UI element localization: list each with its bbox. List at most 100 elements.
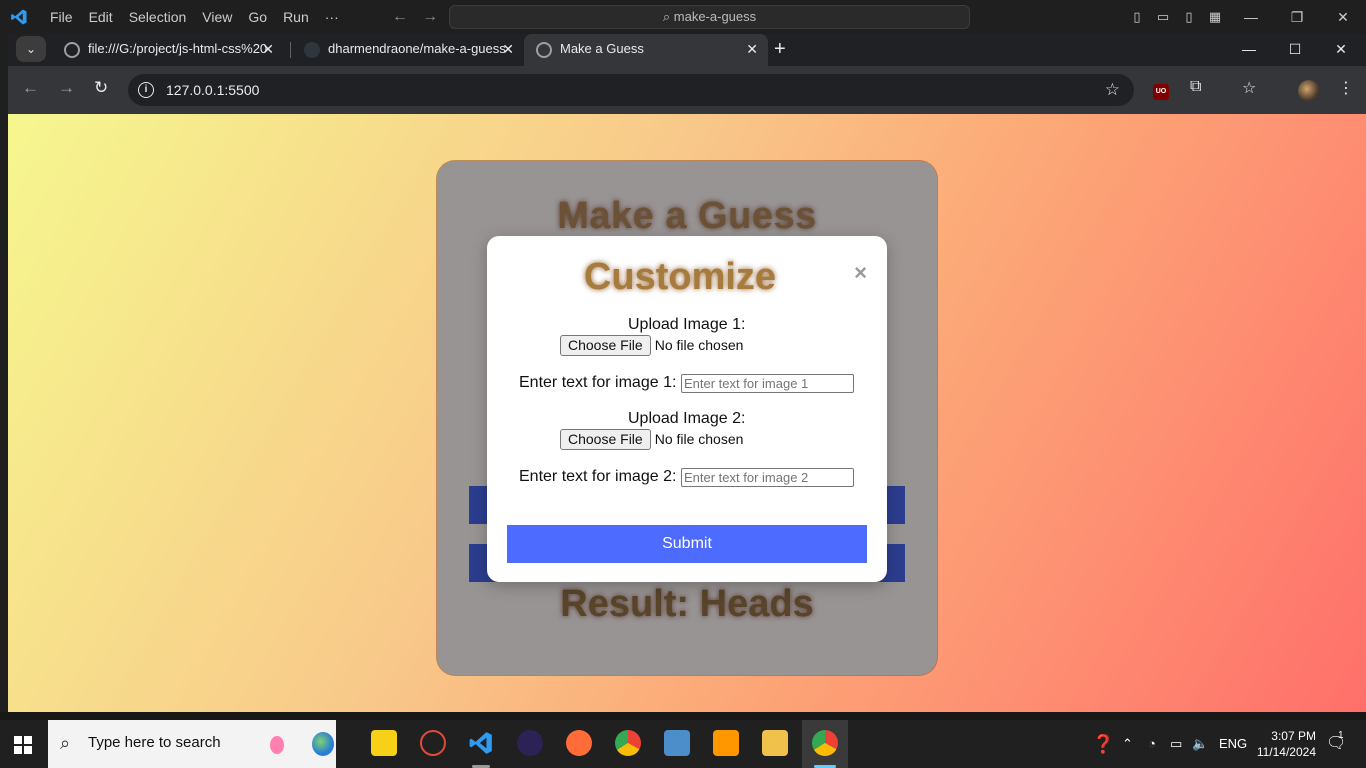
snipping-tool-icon[interactable] [420,730,446,756]
search-icon: ⌕ [60,733,71,753]
battery-icon[interactable]: ▭ [1170,720,1182,768]
chevron-up-icon[interactable]: ⌃ [1122,720,1133,768]
toggle-secondary-sidebar-icon[interactable]: ▯ [1176,9,1202,25]
tab-divider [290,42,291,58]
vscode-nav: ← → [392,8,452,26]
forward-arrow-icon[interactable]: → [422,8,438,25]
ublock-icon[interactable]: UO [1153,84,1169,100]
avatar[interactable] [1298,80,1320,102]
reload-icon[interactable]: ↻ [94,78,108,98]
sticky-notes-icon[interactable] [371,730,397,756]
text-image-2-input[interactable] [681,468,854,487]
tab-title: file:///G:/project/js-html-css%20 [88,41,268,56]
tab-github[interactable]: dharmendraone/make-a-guess ✕ [292,34,524,66]
text-image-1-label: Enter text for image 1: [519,374,677,391]
windows-start-icon[interactable] [14,736,32,754]
toggle-panel-icon[interactable]: ▭ [1150,9,1176,25]
tab-close-icon[interactable]: ✕ [502,34,514,64]
taskbar: ⌕ Type here to search ❓ ⌃ ◔ ▭ 🔈 ENG 3:07… [0,720,1366,768]
back-arrow-icon[interactable]: ← [392,8,408,25]
chrome-menu-icon[interactable]: ⋮ [1338,78,1354,98]
minimize-icon[interactable]: — [1228,9,1274,25]
menu-view[interactable]: View [194,0,240,34]
balloon-icon [270,736,284,754]
address-bar[interactable]: i 127.0.0.1:5500 ☆ [128,74,1134,106]
globe-icon [64,41,80,58]
close-icon[interactable]: × [854,260,867,286]
vscode-window-controls: ▯ ▭ ▯ ▦ — ❐ ✕ [1124,0,1366,34]
taskbar-search-placeholder: Type here to search [88,734,221,751]
page-viewport: Make a Guess Result: Heads Customize × U… [8,114,1366,720]
chrome-icon[interactable] [615,730,641,756]
taskbar-search[interactable]: ⌕ Type here to search [48,720,336,768]
extensions-icon[interactable]: ⧉ [1190,78,1201,96]
tab-title: Make a Guess [560,41,644,56]
site-info-icon[interactable]: i [138,82,154,98]
tab-close-icon[interactable]: ✕ [746,34,758,64]
submit-button[interactable]: Submit [507,525,867,563]
chrome-active-app[interactable] [802,720,848,768]
clock-time: 3:07 PM [1271,729,1316,743]
chrome-icon [812,730,838,756]
vscode-command-search[interactable]: ⌕ make-a-guess [449,5,970,29]
file-explorer-icon[interactable] [762,730,788,756]
back-icon[interactable]: ← [22,78,39,98]
upload-image-1-label: Upload Image 1: [628,316,746,333]
tab-make-a-guess[interactable]: Make a Guess ✕ [524,34,768,66]
vscode-logo-icon [11,9,27,25]
choose-file-2-button[interactable]: Choose File [560,429,651,450]
upload-image-2-label: Upload Image 2: [628,410,746,427]
vscode-title-bar: File Edit Selection View Go Run ··· ← → ⌕… [0,0,1366,34]
tab-strip: ⌄ file:///G:/project/js-html-css%20 ✕ dh… [8,34,1366,66]
postman-icon[interactable] [566,730,592,756]
volume-icon[interactable]: 🔈 [1192,720,1208,768]
close-window-icon[interactable]: ✕ [1320,9,1366,26]
menu-more[interactable]: ··· [317,0,347,34]
new-tab-icon[interactable]: + [774,34,786,64]
forward-icon[interactable]: → [58,78,75,98]
page-title: Make a Guess [557,195,817,237]
tab-close-icon[interactable]: ✕ [262,34,274,64]
network-icon[interactable]: ◔ [1148,720,1156,768]
url-text: 127.0.0.1:5500 [166,82,260,98]
tab-search-chevron-icon[interactable]: ⌄ [16,36,46,62]
clock-date: 11/14/2024 [1256,745,1316,759]
toggle-sidebar-icon[interactable]: ▯ [1124,9,1150,25]
text-image-1-input[interactable] [681,374,854,393]
customize-modal: Customize × Upload Image 1: Choose File N… [487,236,887,582]
vscode-search-text: make-a-guess [673,9,757,24]
file-status-2: No file chosen [654,431,744,447]
browser-minimize-icon[interactable]: — [1226,34,1272,66]
eclipse-icon[interactable] [517,730,543,756]
tab-title: dharmendraone/make-a-guess [328,41,506,56]
result-text: Result: Heads [560,583,814,625]
globe-search-highlight-icon [312,732,334,756]
search-icon: ⌕ [662,9,671,24]
restore-icon[interactable]: ❐ [1274,9,1320,26]
menu-go[interactable]: Go [240,0,275,34]
virtualbox-icon[interactable] [664,730,690,756]
vscode-icon[interactable] [468,730,494,756]
browser-window: ⌄ file:///G:/project/js-html-css%20 ✕ dh… [0,34,1366,720]
tab-file[interactable]: file:///G:/project/js-html-css%20 ✕ [52,34,284,66]
globe-icon [536,41,552,58]
sublime-text-icon[interactable] [713,730,739,756]
menu-file[interactable]: File [42,0,81,34]
vscode-status-bar [0,712,1366,720]
github-icon [304,41,320,58]
menu-run[interactable]: Run [275,0,317,34]
bookmark-star-icon[interactable]: ☆ [1105,74,1120,106]
modal-title: Customize [583,256,777,298]
vscode-menu: File Edit Selection View Go Run ··· [42,0,347,34]
clock[interactable]: 3:07 PM 11/14/2024 [1240,728,1316,760]
browser-close-icon[interactable]: ✕ [1318,34,1364,66]
browser-maximize-icon[interactable]: ☐ [1272,34,1318,66]
menu-selection[interactable]: Selection [121,0,195,34]
customize-layout-icon[interactable]: ▦ [1202,9,1228,25]
menu-edit[interactable]: Edit [81,0,121,34]
text-image-2-label: Enter text for image 2: [519,468,677,485]
notification-count: 1 [1338,730,1344,741]
choose-file-1-button[interactable]: Choose File [560,335,651,356]
help-icon[interactable]: ❓ [1092,720,1114,768]
reading-list-icon[interactable]: ☆ [1242,78,1256,98]
